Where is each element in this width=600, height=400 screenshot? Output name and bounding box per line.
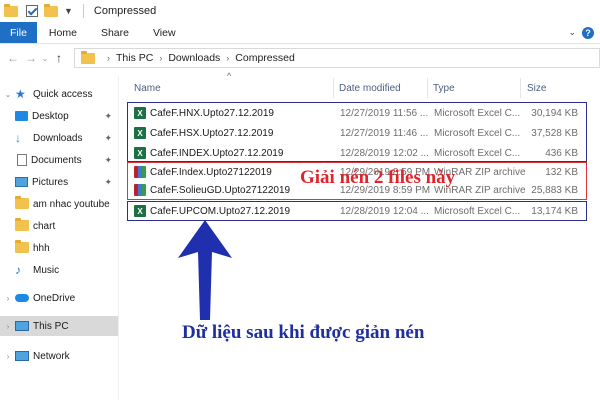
- sidebar-item-label: OneDrive: [33, 292, 76, 304]
- sidebar-item-music[interactable]: ♪ Music: [0, 260, 118, 280]
- expand-ribbon-icon[interactable]: ⌄: [568, 27, 576, 38]
- sidebar-item-label: This PC: [33, 320, 69, 332]
- properties-checkbox-icon[interactable]: [26, 5, 38, 17]
- sidebar-item-documents[interactable]: Documents ✦: [0, 150, 118, 170]
- column-divider[interactable]: [520, 78, 521, 98]
- excel-files-highlight-box: [127, 102, 587, 162]
- navigation-bar: ← → ⌄ ↑ › This PC › Downloads › Compress…: [0, 45, 600, 71]
- pin-icon[interactable]: ✦: [104, 155, 112, 166]
- upcom-file-highlight-box: [127, 201, 587, 221]
- window-title: Compressed: [93, 5, 157, 17]
- pin-icon[interactable]: ✦: [104, 111, 112, 122]
- extract-files-annotation: Giải nén 2 files này: [300, 167, 456, 188]
- sidebar-item-quick-access[interactable]: ⌄ ★ Quick access: [0, 84, 118, 104]
- breadcrumb-this-pc[interactable]: This PC: [116, 52, 153, 64]
- breadcrumb-downloads[interactable]: Downloads: [168, 52, 220, 64]
- expand-chevron-icon[interactable]: ⌄: [3, 90, 13, 99]
- sidebar-item-label: Documents: [31, 154, 82, 166]
- pane-divider[interactable]: [118, 76, 119, 400]
- title-bar: ▼ Compressed: [0, 0, 600, 22]
- navigation-pane: ⌄ ★ Quick access Desktop ✦ ↓ Downloads ✦…: [0, 76, 118, 400]
- sidebar-item-hhh[interactable]: hhh: [0, 238, 118, 258]
- cloud-icon: [15, 294, 29, 302]
- tab-home[interactable]: Home: [37, 22, 89, 43]
- pin-icon[interactable]: ✦: [104, 177, 112, 188]
- sidebar-item-label: Desktop: [32, 110, 69, 122]
- sidebar-item-chart[interactable]: chart: [0, 216, 118, 236]
- sidebar-item-label: Downloads: [33, 132, 83, 144]
- sidebar-item-desktop[interactable]: Desktop ✦: [0, 106, 118, 126]
- column-header-size[interactable]: Size: [527, 78, 546, 98]
- column-header-name[interactable]: Name: [134, 78, 161, 98]
- sidebar-item-label: am nhac youtube: [33, 198, 110, 210]
- address-folder-icon: [81, 50, 95, 64]
- extracted-data-annotation: Dữ liệu sau khi được giản nén: [182, 322, 425, 343]
- column-header-date[interactable]: Date modified: [339, 78, 401, 98]
- quick-access-dropdown-icon[interactable]: ▼: [64, 6, 73, 16]
- folder-icon: [15, 196, 29, 209]
- computer-icon: [15, 321, 29, 331]
- sidebar-item-label: Quick access: [33, 88, 93, 100]
- column-header-type[interactable]: Type: [433, 78, 455, 98]
- tab-view[interactable]: View: [141, 22, 188, 43]
- tab-file[interactable]: File: [0, 22, 37, 43]
- forward-arrow-icon[interactable]: →: [22, 49, 40, 67]
- ribbon-controls: ⌄ ?: [568, 22, 600, 43]
- column-divider[interactable]: [333, 78, 334, 98]
- folder-icon: [15, 218, 29, 231]
- recent-locations-icon[interactable]: ⌄: [40, 49, 50, 67]
- network-icon: [15, 351, 29, 361]
- address-bar[interactable]: › This PC › Downloads › Compressed: [74, 48, 600, 68]
- up-arrow-annotation-icon: [178, 220, 232, 320]
- sidebar-item-this-pc[interactable]: › This PC: [0, 316, 118, 336]
- back-arrow-icon[interactable]: ←: [4, 49, 22, 67]
- tab-share[interactable]: Share: [89, 22, 141, 43]
- help-icon[interactable]: ?: [582, 26, 594, 39]
- sidebar-item-label: Network: [33, 350, 70, 362]
- desktop-icon: [15, 111, 28, 121]
- sidebar-item-label: Pictures: [32, 176, 69, 188]
- ribbon-tabs: File Home Share View ⌄ ?: [0, 22, 600, 44]
- pictures-icon: [15, 177, 28, 187]
- sidebar-item-downloads[interactable]: ↓ Downloads ✦: [0, 128, 118, 148]
- music-icon: ♪: [15, 263, 21, 277]
- star-icon: ★: [15, 87, 26, 101]
- expand-chevron-icon[interactable]: ›: [3, 352, 13, 361]
- expand-chevron-icon[interactable]: ›: [3, 294, 13, 303]
- title-separator: [82, 4, 84, 18]
- sidebar-item-am-nhac-youtube[interactable]: am nhac youtube: [0, 194, 118, 214]
- pin-icon[interactable]: ✦: [104, 133, 112, 144]
- expand-chevron-icon[interactable]: ›: [3, 322, 13, 331]
- sidebar-item-label: chart: [33, 220, 56, 232]
- download-icon: ↓: [15, 131, 21, 145]
- breadcrumb-separator: ›: [226, 53, 230, 63]
- breadcrumb-compressed[interactable]: Compressed: [235, 52, 295, 64]
- sidebar-item-onedrive[interactable]: › OneDrive: [0, 288, 118, 308]
- breadcrumb-separator: ›: [159, 53, 163, 63]
- column-divider[interactable]: [427, 78, 428, 98]
- new-folder-icon[interactable]: [44, 3, 58, 17]
- sidebar-item-label: Music: [33, 264, 60, 276]
- breadcrumb-separator: ›: [107, 53, 110, 63]
- sidebar-item-label: hhh: [33, 242, 50, 254]
- sidebar-item-network[interactable]: › Network: [0, 346, 118, 366]
- folder-icon: [15, 240, 29, 253]
- sort-ascending-icon: ^: [227, 71, 232, 81]
- folder-icon: [4, 3, 18, 17]
- document-icon: [17, 154, 27, 166]
- up-arrow-icon[interactable]: ↑: [50, 49, 68, 67]
- sidebar-item-pictures[interactable]: Pictures ✦: [0, 172, 118, 192]
